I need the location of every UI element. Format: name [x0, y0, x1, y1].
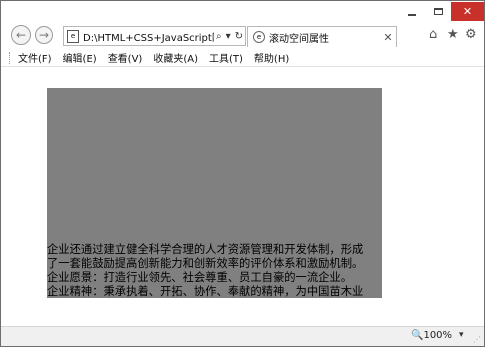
- back-button[interactable]: ←: [11, 25, 31, 45]
- zoom-dropdown-icon[interactable]: ▾: [459, 330, 464, 340]
- home-icon[interactable]: ⌂: [429, 27, 437, 42]
- gear-icon[interactable]: ⚙: [465, 27, 477, 42]
- menu-item-edit[interactable]: 编辑(E): [63, 50, 97, 65]
- tab-title: 滚动空间属性: [269, 33, 329, 45]
- page-icon: e: [67, 29, 79, 43]
- menu-item-favorites[interactable]: 收藏夹(A): [153, 50, 198, 65]
- menu-item-view[interactable]: 查看(V): [108, 50, 143, 65]
- title-bar: ✕: [1, 1, 484, 23]
- address-dropdown-icon[interactable]: ▾: [224, 31, 233, 42]
- address-text[interactable]: D:\HTML+CSS+JavaScript网: [83, 29, 214, 44]
- back-arrow-icon: ←: [15, 28, 27, 42]
- minimize-icon: [408, 13, 416, 16]
- maximize-icon: [433, 8, 443, 15]
- minimize-button[interactable]: [399, 2, 425, 21]
- forward-button[interactable]: →: [35, 26, 53, 44]
- maximize-button[interactable]: [425, 2, 451, 21]
- text-line: 企业愿景：打造行业领先、社会尊重、员工自豪的一流企业。: [47, 271, 353, 284]
- text-line: 了一套能鼓励提高创新能力和创新效率的评价体系和激励机制。: [47, 257, 364, 270]
- address-bar[interactable]: e D:\HTML+CSS+JavaScript网 ⌕ ▾ ↻: [63, 26, 246, 46]
- text-line: 企业精神：秉承执着、开拓、协作、奉献的精神，为中国苗木业: [47, 285, 364, 298]
- browser-window: ✕ ← → e D:\HTML+CSS+JavaScript网 ⌕ ▾ ↻ e …: [0, 0, 485, 347]
- scroll-text: 企业还通过建立健全科学合理的人才资源管理和开发体制，形成 了一套能鼓励提高创新能…: [47, 243, 382, 298]
- scroll-box[interactable]: 企业还通过建立健全科学合理的人才资源管理和开发体制，形成 了一套能鼓励提高创新能…: [47, 88, 382, 298]
- status-bar: 🔍100% ▾ ⋰: [1, 326, 484, 346]
- search-icon[interactable]: ⌕: [214, 31, 224, 42]
- resize-grip-icon[interactable]: ⋰: [473, 335, 481, 344]
- favorites-icon[interactable]: ★: [447, 27, 459, 42]
- text-line: 企业还通过建立健全科学合理的人才资源管理和开发体制，形成: [47, 243, 364, 256]
- menu-item-file[interactable]: 文件(F): [18, 50, 52, 65]
- page-content: 企业还通过建立健全科学合理的人才资源管理和开发体制，形成 了一套能鼓励提高创新能…: [1, 68, 484, 326]
- refresh-icon[interactable]: ↻: [233, 31, 245, 42]
- navigation-bar: ← → e D:\HTML+CSS+JavaScript网 ⌕ ▾ ↻ e 滚动…: [1, 23, 484, 49]
- forward-arrow-icon: →: [38, 28, 50, 42]
- menu-grip: [9, 51, 12, 64]
- menu-item-tools[interactable]: 工具(T): [209, 50, 243, 65]
- menu-bar: 文件(F) 编辑(E) 查看(V) 收藏夹(A) 工具(T) 帮助(H): [1, 49, 484, 67]
- tab-page-icon: e: [253, 31, 265, 43]
- menu-item-help[interactable]: 帮助(H): [254, 50, 289, 65]
- zoom-level[interactable]: 🔍100%: [411, 330, 452, 341]
- tab-active[interactable]: e 滚动空间属性 ✕: [247, 26, 397, 47]
- tab-close-icon[interactable]: ✕: [380, 31, 396, 44]
- close-button[interactable]: ✕: [451, 2, 484, 21]
